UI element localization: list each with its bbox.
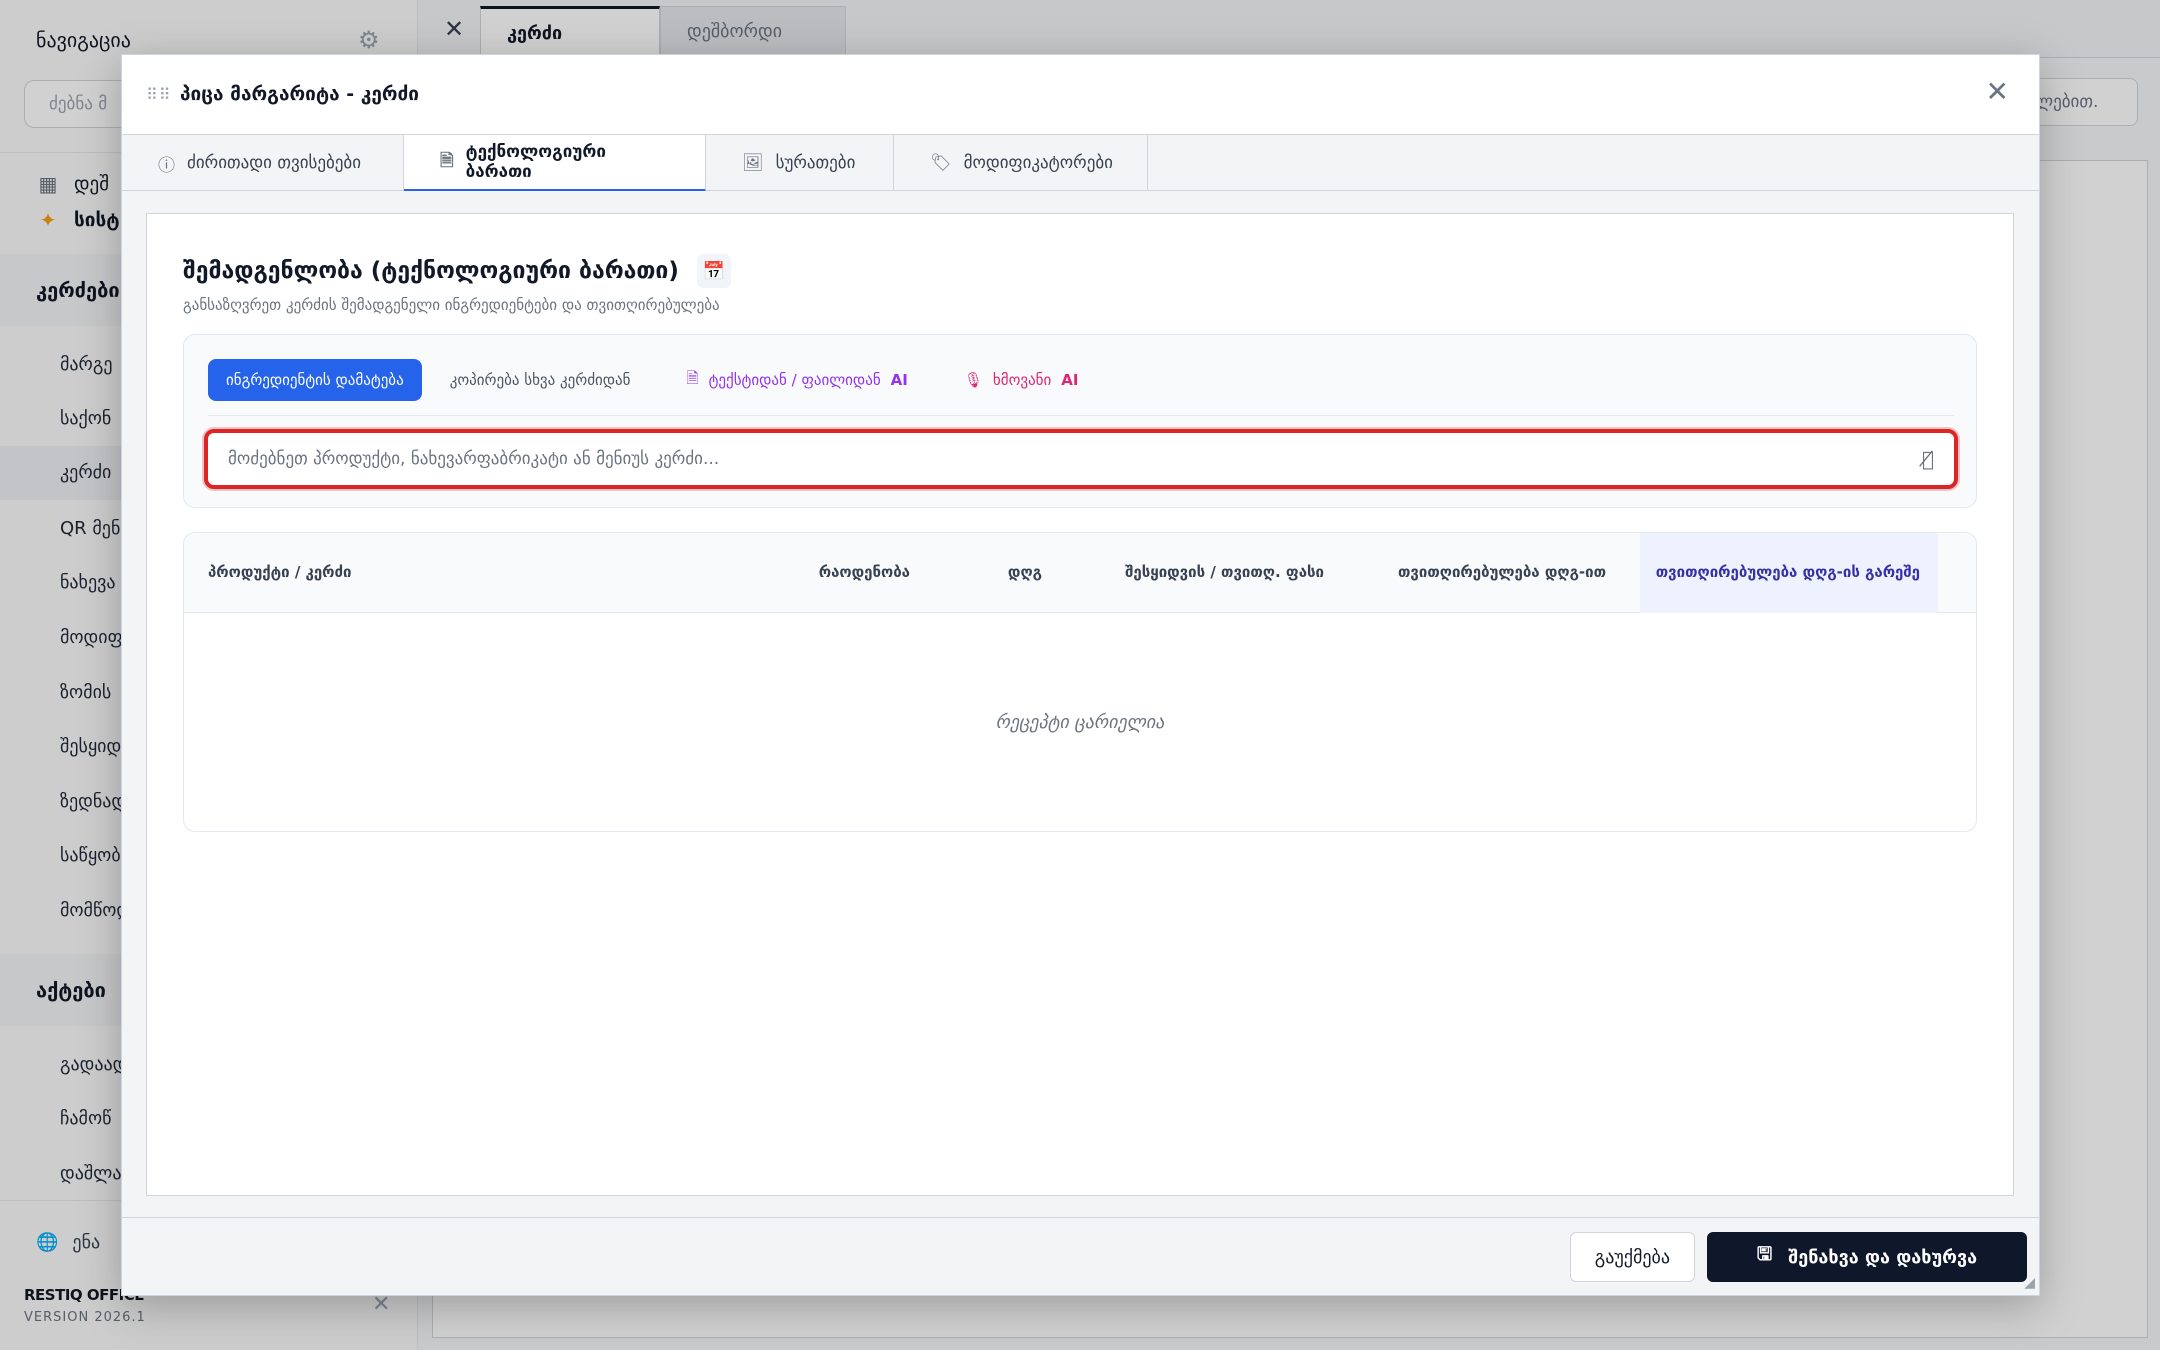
column-header-product[interactable]: პროდუქტი / კერძი (208, 533, 768, 613)
ingredient-add-panel: ინგრედიენტის დამატება კოპირება სხვა კერძ… (183, 334, 1977, 508)
document-icon: 🗎 (440, 150, 454, 171)
resize-handle-icon[interactable]: ◢ (2024, 1275, 2035, 1291)
tab-label: სურათები (775, 153, 856, 173)
text-file-ai-button[interactable]: 🗎 ტექსტიდან / ფაილიდან AI (659, 359, 936, 401)
ai-badge: AI (1061, 371, 1079, 389)
close-icon[interactable]: ✕ (1986, 75, 2009, 108)
tab-label: ტექნოლოგიური ბარათი (465, 142, 606, 182)
table-header-row: პროდუქტი / კერძი რაოდენობა დღგ შესყიდვის… (184, 533, 1976, 613)
file-text-icon: 🗎 (686, 368, 699, 387)
section-title: შემადგენლობა (ტექნოლოგიური ბარათი) 📅 (183, 254, 731, 288)
section-title-text: შემადგენლობა (ტექნოლოგიური ბარათი) (183, 258, 679, 284)
modal-header: ⠿⠿ პიცა მარგარიტა - კერძი ✕ (122, 55, 2039, 135)
tab-label: ძირითადი თვისებები (187, 153, 362, 173)
copy-from-dish-button[interactable]: კოპირება სხვა კერძიდან (422, 359, 659, 401)
save-icon: 🖫 (1756, 1244, 1773, 1265)
info-icon: ⓘ (158, 155, 175, 176)
recipe-table: პროდუქტი / კერძი რაოდენობა დღგ შესყიდვის… (183, 532, 1977, 832)
tag-icon: 🏷 (930, 153, 952, 173)
tab-main-properties[interactable]: ⓘ ძირითადი თვისებები (122, 135, 404, 191)
image-icon: 🖼 (742, 153, 764, 173)
voice-ai-button[interactable]: 🎙 ხმოვანი AI (936, 359, 1107, 401)
divider (208, 415, 1954, 416)
add-ingredient-button[interactable]: ინგრედიენტის დამატება (208, 359, 422, 401)
column-header-price[interactable]: შესყიდვის / თვითღ. ფასი (1108, 533, 1324, 613)
text-file-ai-label: ტექსტიდან / ფაილიდან (708, 371, 881, 389)
tab-modifiers[interactable]: 🏷 მოდიფიკატორები (894, 135, 1148, 191)
modal-footer: გაუქმება 🖫 შენახვა და დახურვა ◢ (122, 1217, 2039, 1295)
tab-images[interactable]: 🖼 სურათები (706, 135, 894, 191)
voice-ai-label: ხმოვანი (992, 371, 1052, 389)
add-mode-tabs: ინგრედიენტის დამატება კოპირება სხვა კერძ… (208, 359, 1106, 401)
drag-handle-icon[interactable]: ⠿⠿ (146, 85, 171, 104)
modal-body: შემადგენლობა (ტექნოლოგიური ბარათი) 📅 გან… (122, 191, 2039, 1273)
calendar-icon[interactable]: 📅 (696, 254, 731, 288)
ai-badge: AI (890, 371, 908, 389)
section-subtitle: განსაზღვრეთ კერძის შემადგენელი ინგრედიენ… (183, 296, 720, 314)
tech-card-panel: შემადგენლობა (ტექნოლოგიური ბარათი) 📅 გან… (146, 213, 2014, 1196)
empty-state-text: რეცეპტი ცარიელია (995, 711, 1165, 733)
save-button-label: შენახვა და დახურვა (1788, 1246, 1978, 1268)
save-and-close-button[interactable]: 🖫 შენახვა და დახურვა (1707, 1232, 2027, 1282)
tab-label: მოდიფიკატორები (963, 153, 1113, 173)
column-header-cost-with-vat[interactable]: თვითღირებულება დღგ-ით (1344, 533, 1606, 613)
modal-title: პიცა მარგარიტა - კერძი (180, 83, 420, 105)
modal-tabs: ⓘ ძირითადი თვისებები 🗎 ტექნოლოგიური ბარა… (122, 135, 2039, 192)
dish-modal: ⠿⠿ პიცა მარგარიტა - კერძი ✕ ⓘ ძირითადი თ… (121, 54, 2040, 1296)
column-header-vat[interactable]: დღგ (944, 533, 1042, 613)
cancel-button[interactable]: გაუქმება (1569, 1232, 1695, 1282)
ingredient-search-input[interactable] (228, 449, 1828, 469)
column-header-cost-without-vat[interactable]: თვითღირებულება დღგ-ის გარეშე (1640, 533, 1938, 613)
column-header-quantity[interactable]: რაოდენობა (744, 533, 910, 613)
tab-tech-card[interactable]: 🗎 ტექნოლოგიური ბარათი (404, 135, 706, 192)
microphone-off-icon[interactable]: 🎙̸ (1922, 447, 1934, 471)
ingredient-search-field: 🎙̸ (204, 429, 1958, 489)
microphone-icon: 🎙 (963, 371, 983, 389)
